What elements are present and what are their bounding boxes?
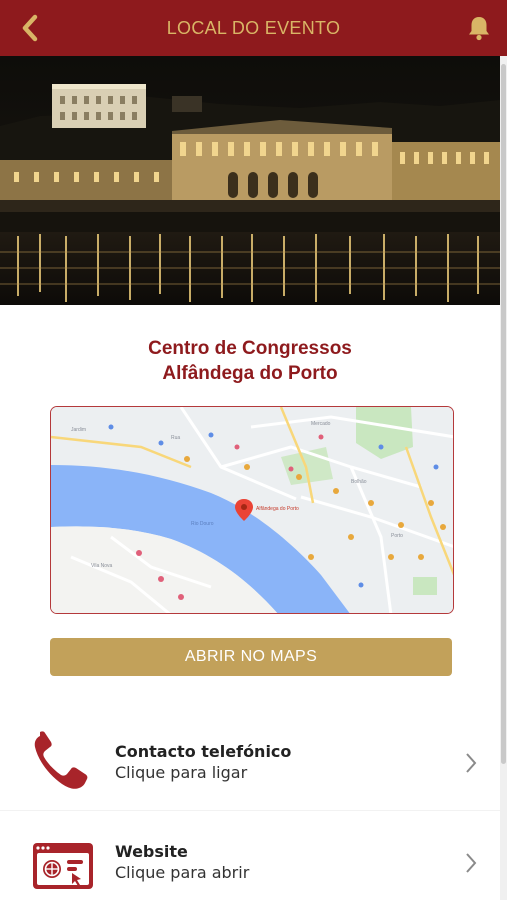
contact-phone-title: Contacto telefónico — [115, 742, 292, 761]
contact-phone-row[interactable]: Contacto telefónico Clique para ligar — [0, 716, 500, 806]
venue-name-line2: Alfândega do Porto — [162, 363, 338, 384]
venue-photo — [0, 56, 500, 305]
open-in-maps-button[interactable]: ABRIR NO MAPS — [50, 638, 452, 676]
svg-text:Rua: Rua — [171, 435, 180, 441]
contact-website-title: Website — [115, 842, 188, 861]
page-title: LOCAL DO EVENTO — [166, 17, 341, 38]
contact-website-row[interactable]: Website Clique para abrir — [0, 816, 500, 900]
chevron-left-icon — [22, 14, 38, 42]
notifications-button[interactable] — [463, 12, 495, 44]
top-app-bar: LOCAL DO EVENTO — [0, 0, 507, 56]
map-preview[interactable]: Jardim Rua Mercado Bolhão Porto Vila Nova Ri… — [50, 406, 454, 614]
website-icon — [33, 843, 93, 889]
svg-text:Jardim: Jardim — [71, 427, 86, 433]
venue-name: Centro de Congressos Alfândega do Porto — [0, 336, 500, 386]
contact-phone-subtitle: Clique para ligar — [115, 763, 248, 782]
chevron-right-icon — [466, 853, 477, 873]
scrollbar[interactable] — [500, 56, 507, 900]
phone-icon — [34, 731, 88, 789]
contact-website-subtitle: Clique para abrir — [115, 863, 250, 882]
venue-name-line1: Centro de Congressos — [148, 338, 352, 359]
back-button[interactable] — [14, 12, 46, 44]
svg-text:Rio Douro: Rio Douro — [191, 521, 214, 527]
bell-icon — [469, 17, 489, 41]
svg-text:Alfândega do Porto: Alfândega do Porto — [256, 506, 299, 512]
chevron-right-icon — [466, 753, 477, 773]
svg-text:Mercado: Mercado — [311, 421, 331, 427]
scrollbar-thumb[interactable] — [501, 64, 506, 764]
svg-text:Porto: Porto — [391, 533, 403, 539]
svg-text:Vila Nova: Vila Nova — [91, 563, 113, 569]
svg-text:Bolhão: Bolhão — [351, 479, 367, 485]
divider — [0, 810, 500, 811]
